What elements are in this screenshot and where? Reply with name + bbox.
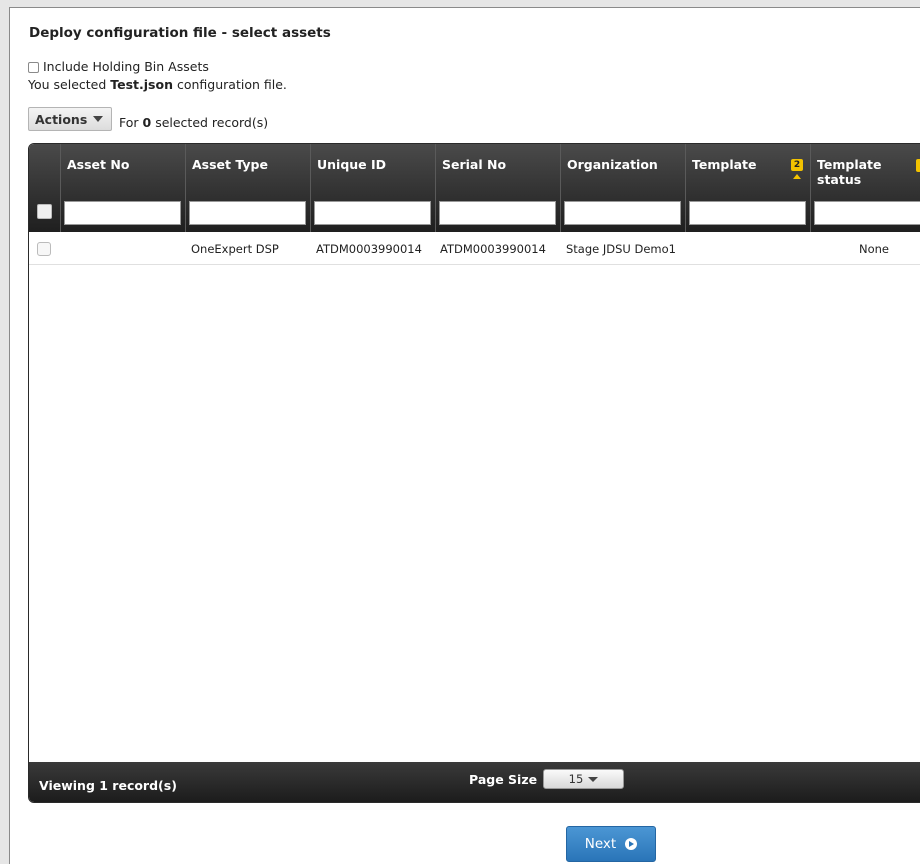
table-row[interactable]: OneExpert DSP ATDM0003990014 ATDM0003990… [29,233,920,265]
window-frame-left [0,0,10,864]
actions-label: Actions [35,111,88,127]
next-button[interactable]: Next [566,826,656,862]
for-prefix: For [119,115,143,130]
holding-bin-option[interactable]: Include Holding Bin Assets [28,59,209,74]
grid-footer: Viewing 1 record(s) Page Size 15 [29,762,920,802]
column-template-status[interactable]: Template status [810,144,920,232]
grid-header: Asset No Asset Type Unique ID Serial No … [29,144,920,232]
column-unique-id[interactable]: Unique ID [310,144,435,232]
chevron-down-icon [588,776,599,782]
select-all-checkbox[interactable] [37,204,52,219]
filter-template-status[interactable] [814,201,920,225]
chevron-down-icon [93,116,104,122]
column-title-line2: status [817,172,862,187]
selected-count: 0 [142,115,152,130]
selected-file-name: Test.json [110,77,173,92]
cell-asset-type: OneExpert DSP [191,242,279,256]
holding-bin-checkbox[interactable] [28,62,39,73]
cell-serial-no: ATDM0003990014 [440,242,546,256]
sort-indicator-icon [916,159,920,172]
window-frame-top [9,0,920,8]
column-asset-no[interactable]: Asset No [60,144,185,232]
filter-asset-no[interactable] [64,201,181,225]
selected-record-count: For 0 selected record(s) [119,115,268,130]
page-size-label: Page Size [469,772,538,787]
column-title-line1: Template [817,157,882,172]
column-title: Asset No [67,157,130,172]
arrow-right-circle-icon [625,838,638,850]
selected-prefix: You selected [28,77,111,92]
cell-template-status: None [859,242,890,256]
cell-unique-id: ATDM0003990014 [316,242,422,256]
column-title: Serial No [442,157,507,172]
row-checkbox[interactable] [37,242,51,256]
column-title: Unique ID [317,157,387,172]
column-title: Template [692,157,757,172]
column-title: Template status [817,157,882,187]
filter-template[interactable] [689,201,806,225]
next-label: Next [584,836,617,852]
for-suffix: selected record(s) [151,115,269,130]
column-title: Organization [567,157,658,172]
filter-asset-type[interactable] [189,201,306,225]
column-title: Asset Type [192,157,268,172]
sort-ascending-icon [793,174,801,179]
holding-bin-label: Include Holding Bin Assets [43,59,209,74]
selected-file-text: You selected Test.json configuration fil… [28,77,287,92]
sort-order-badge: 2 [791,159,803,171]
cell-organization: Stage JDSU Demo1 [566,242,676,256]
column-asset-type[interactable]: Asset Type [185,144,310,232]
column-serial-no[interactable]: Serial No [435,144,560,232]
page-size-select[interactable]: 15 [543,769,624,789]
filter-serial-no[interactable] [439,201,556,225]
page-title: Deploy configuration file - select asset… [29,25,331,41]
column-template[interactable]: Template 2 [685,144,810,232]
assets-grid: Asset No Asset Type Unique ID Serial No … [28,143,920,803]
selected-suffix: configuration file. [173,77,287,92]
filter-organization[interactable] [564,201,681,225]
page-size-value: 15 [568,772,584,786]
actions-button[interactable]: Actions [28,107,112,131]
filter-unique-id[interactable] [314,201,431,225]
viewing-count: Viewing 1 record(s) [39,778,177,793]
column-organization[interactable]: Organization [560,144,685,232]
